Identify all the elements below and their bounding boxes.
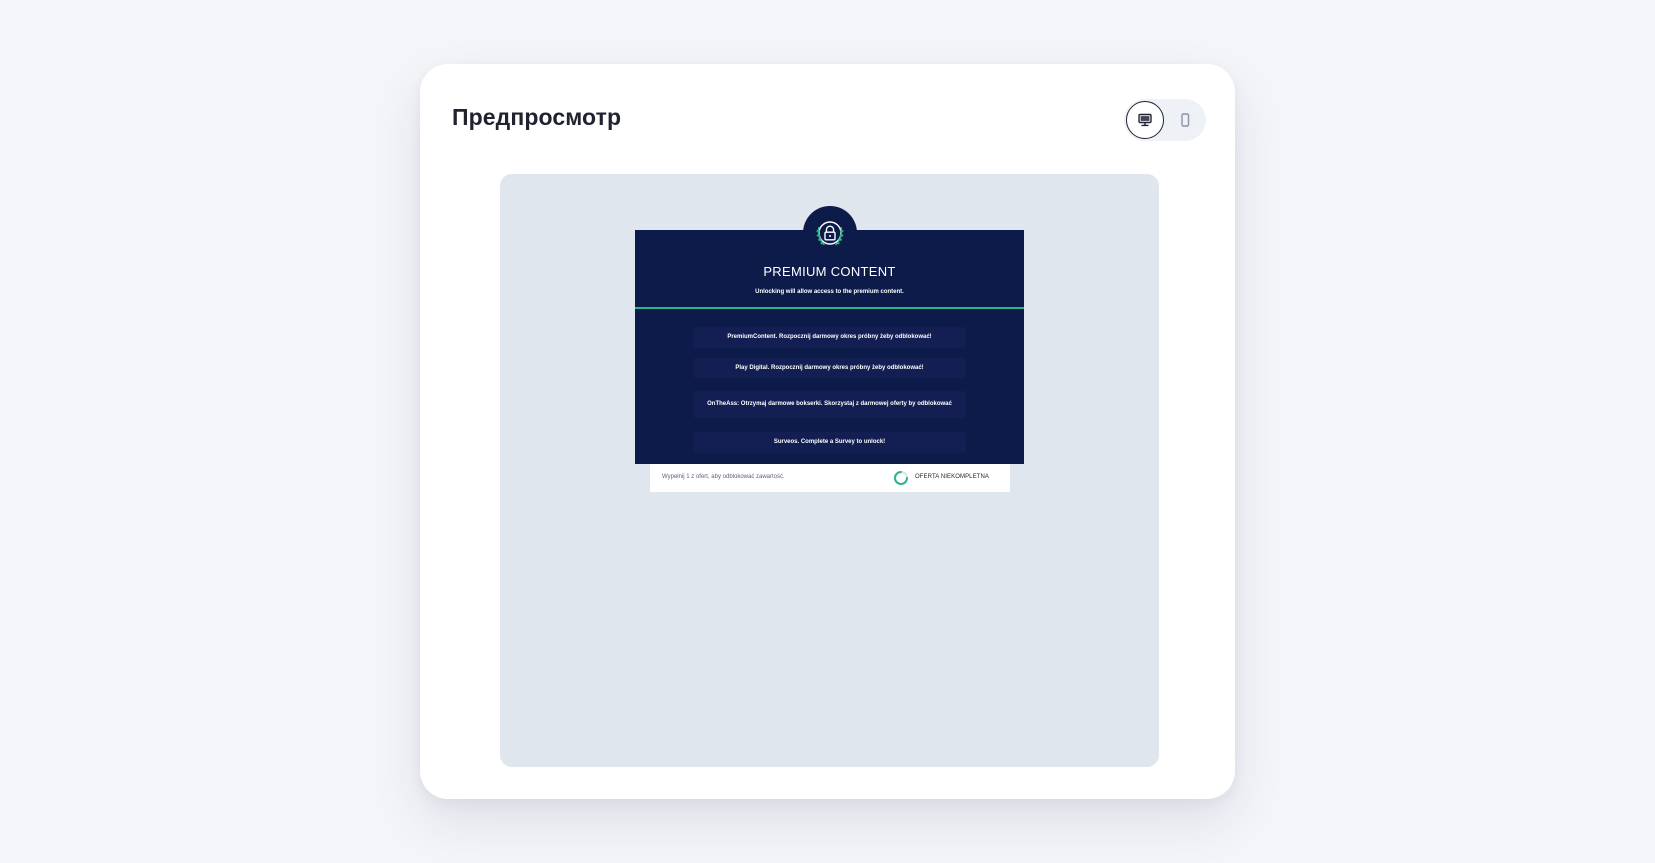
offer-item[interactable]: Play Digital. Rozpocznij darmowy okres p… bbox=[693, 358, 966, 378]
accent-divider bbox=[635, 307, 1024, 309]
desktop-icon bbox=[1138, 113, 1152, 127]
progress-spinner-icon bbox=[894, 471, 908, 485]
status-text: Wypełnij 1 z ofert, aby odblokować zawar… bbox=[662, 474, 785, 480]
offer-item[interactable]: Surveos. Complete a Survey to unlock! bbox=[693, 432, 966, 453]
page-title: Предпросмотр bbox=[452, 104, 622, 130]
offer-item[interactable]: PremiumContent. Rozpocznij darmowy okres… bbox=[693, 327, 966, 348]
content-locker: PREMIUM CONTENT Unlocking will allow acc… bbox=[635, 206, 1024, 464]
locker-subtitle: Unlocking will allow access to the premi… bbox=[755, 289, 904, 295]
desktop-view-button[interactable] bbox=[1126, 101, 1164, 139]
preview-canvas: PREMIUM CONTENT Unlocking will allow acc… bbox=[500, 174, 1159, 767]
preview-card: Предпросмотр PREMIUM CONTENT Unlocking w… bbox=[420, 64, 1235, 799]
mobile-view-button[interactable] bbox=[1166, 101, 1204, 139]
locker-status-bar: Wypełnij 1 z ofert, aby odblokować zawar… bbox=[650, 464, 1010, 492]
mobile-icon bbox=[1181, 113, 1190, 127]
status-label: OFERTA NIEKOMPLETNA bbox=[915, 474, 990, 480]
offer-item[interactable]: OnTheAss: Otrzymaj darmowe bokserki. Sko… bbox=[693, 391, 966, 418]
locker-title: PREMIUM CONTENT bbox=[763, 264, 896, 279]
lock-badge bbox=[803, 206, 857, 260]
device-toggle bbox=[1124, 99, 1206, 141]
lock-icon bbox=[816, 221, 844, 246]
